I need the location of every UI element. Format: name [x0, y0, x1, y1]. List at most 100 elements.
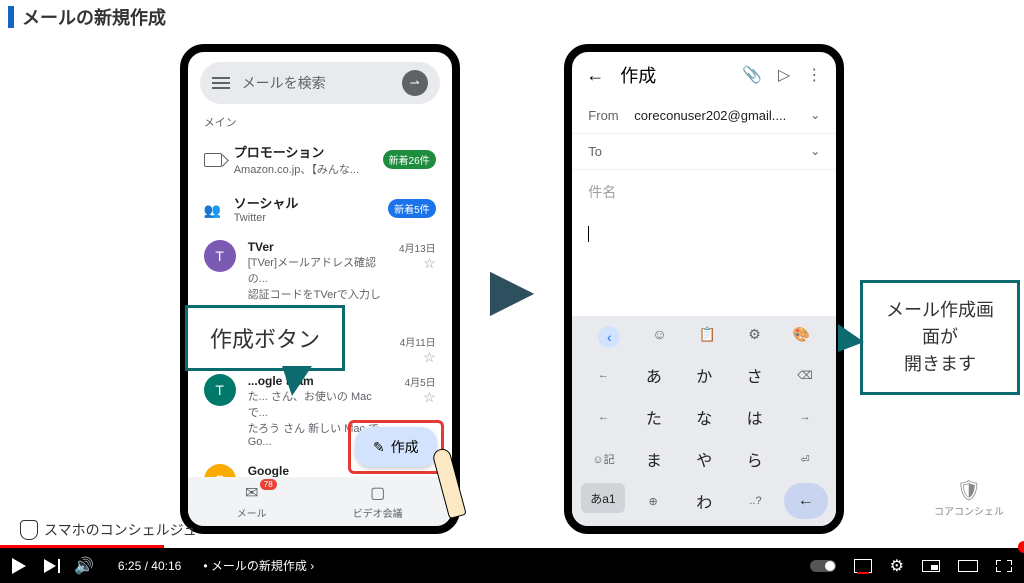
email-date: 4月11日	[400, 334, 436, 349]
from-label: From	[588, 108, 624, 123]
cat-sub: Twitter	[234, 212, 376, 224]
sender-avatar: T	[204, 240, 236, 272]
email-sender: TVer	[248, 240, 387, 254]
sender-avatar: T	[204, 374, 236, 406]
key[interactable]: ..?	[732, 483, 778, 519]
key[interactable]: ら	[732, 441, 778, 477]
cat-sub: Amazon.co.jp、【みんな...	[234, 161, 371, 177]
mail-icon: ✉	[245, 483, 258, 503]
back-icon[interactable]: ←	[586, 65, 604, 86]
chapter-title[interactable]: • メールの新規作成 ›	[203, 557, 314, 574]
miniplayer-button[interactable]	[922, 560, 940, 572]
star-icon[interactable]: ☆	[423, 255, 436, 272]
key[interactable]: わ	[681, 483, 727, 519]
kb-palette-icon[interactable]: 🎨	[793, 326, 810, 348]
video-content: メールの新規作成 メールを検索 ⇀ メイン プロモーション Amazon.co.…	[0, 0, 1024, 548]
watermark-text: スマホのコンシェルジュ	[44, 520, 197, 540]
keyboard-toolbar: ‹ ☺ 📋 ⚙ 🎨	[576, 320, 832, 354]
callout-compose-screen: メール作成画面が 開きます	[860, 280, 1020, 395]
player-controls: 🔊 6:25 / 40:16 • メールの新規作成 › ⚙	[0, 548, 1024, 583]
key-emoji[interactable]: ☺記	[580, 441, 626, 477]
attachment-icon[interactable]: 📎	[742, 65, 762, 85]
cat-title: プロモーション	[234, 142, 371, 161]
from-field[interactable]: From coreconuser202@gmail.... ⌄	[572, 98, 836, 134]
subtitles-button[interactable]	[854, 559, 872, 573]
shield-icon	[20, 520, 38, 540]
section-label: メイン	[188, 110, 452, 134]
category-promotions[interactable]: プロモーション Amazon.co.jp、【みんな... 新着26件	[188, 134, 452, 185]
key[interactable]: ま	[631, 441, 677, 477]
theater-button[interactable]	[958, 560, 978, 572]
key[interactable]: ←	[580, 357, 626, 393]
fullscreen-button[interactable]	[996, 560, 1012, 572]
key[interactable]: は	[732, 399, 778, 435]
brand-icon: 🛡	[934, 478, 1004, 503]
duration: 40:16	[151, 559, 181, 573]
nav-mail[interactable]: ✉ 78 メール	[237, 483, 267, 520]
arrow-icon: ▶	[490, 255, 535, 323]
key-action[interactable]: ←	[784, 483, 828, 519]
watermark: スマホのコンシェルジュ	[20, 520, 197, 540]
chevron-down-icon[interactable]: ⌄	[810, 144, 820, 159]
search-bar[interactable]: メールを検索 ⇀	[200, 62, 440, 104]
key[interactable]: →	[782, 399, 828, 435]
title-marker	[8, 6, 14, 28]
email-sender: ...ogle team	[248, 374, 393, 388]
new-badge: 新着26件	[383, 150, 436, 169]
more-icon[interactable]: ⋮	[806, 65, 822, 85]
video-icon: ▢	[370, 483, 385, 503]
email-date: 4月13日	[399, 240, 436, 255]
send-icon[interactable]: ▷	[778, 65, 790, 85]
new-badge: 新着5件	[388, 199, 436, 218]
hamburger-icon[interactable]	[212, 77, 230, 89]
text-cursor	[588, 226, 589, 242]
subject-field[interactable]: 件名	[572, 170, 836, 214]
keyboard: ‹ ☺ 📋 ⚙ 🎨 ← あ か さ ⌫ ← た	[572, 316, 836, 526]
play-button[interactable]	[12, 558, 26, 574]
settings-button[interactable]: ⚙	[890, 556, 904, 576]
tag-icon	[204, 153, 222, 167]
key[interactable]: た	[631, 399, 677, 435]
compose-label: 作成	[391, 437, 419, 457]
key[interactable]: ←	[580, 399, 626, 435]
star-icon[interactable]: ☆	[423, 389, 436, 406]
to-value	[634, 144, 800, 159]
kb-collapse-icon[interactable]: ‹	[598, 326, 620, 348]
key[interactable]: か	[681, 357, 727, 393]
user-avatar-icon[interactable]: ⇀	[402, 70, 428, 96]
email-date: 4月5日	[405, 374, 436, 389]
compose-title: 作成	[620, 62, 726, 88]
key[interactable]: ⊕	[630, 483, 676, 519]
category-social[interactable]: 👥 ソーシャル Twitter 新着5件	[188, 185, 452, 232]
key[interactable]: さ	[732, 357, 778, 393]
to-field[interactable]: To ⌄	[572, 134, 836, 170]
slide-title: メールの新規作成	[22, 4, 166, 30]
email-body[interactable]	[572, 214, 836, 274]
kb-settings-icon[interactable]: ⚙	[748, 326, 761, 348]
kb-clipboard-icon[interactable]: 📋	[699, 326, 716, 348]
volume-button[interactable]: 🔊	[74, 556, 94, 576]
callout-compose-button: 作成ボタン	[185, 305, 345, 371]
autoplay-toggle[interactable]	[810, 560, 836, 572]
star-icon[interactable]: ☆	[423, 349, 436, 366]
compose-header: ← 作成 📎 ▷ ⋮	[572, 52, 836, 98]
nav-video[interactable]: ▢ ビデオ会議	[353, 483, 403, 520]
email-subject: [TVer]メールアドレス確認の...	[248, 254, 387, 286]
from-value: coreconuser202@gmail....	[634, 108, 800, 123]
next-button[interactable]	[44, 559, 56, 573]
key-enter[interactable]: ⏎	[782, 441, 828, 477]
kb-emoji-icon[interactable]: ☺	[652, 326, 666, 348]
key[interactable]: な	[681, 399, 727, 435]
search-placeholder: メールを検索	[242, 73, 402, 93]
chevron-down-icon[interactable]: ⌄	[810, 108, 820, 123]
pointing-finger-icon	[420, 448, 470, 538]
bottom-nav: ✉ 78 メール ▢ ビデオ会議	[188, 477, 452, 526]
left-phone: メールを検索 ⇀ メイン プロモーション Amazon.co.jp、【みんな..…	[180, 44, 460, 534]
key-backspace[interactable]: ⌫	[782, 357, 828, 393]
key-mode[interactable]: あa1	[581, 483, 625, 513]
email-subject: た... さん、お使いの Mac で...	[248, 388, 393, 420]
key[interactable]: や	[681, 441, 727, 477]
people-icon: 👥	[204, 202, 222, 216]
key[interactable]: あ	[631, 357, 677, 393]
cat-title: ソーシャル	[234, 193, 376, 212]
